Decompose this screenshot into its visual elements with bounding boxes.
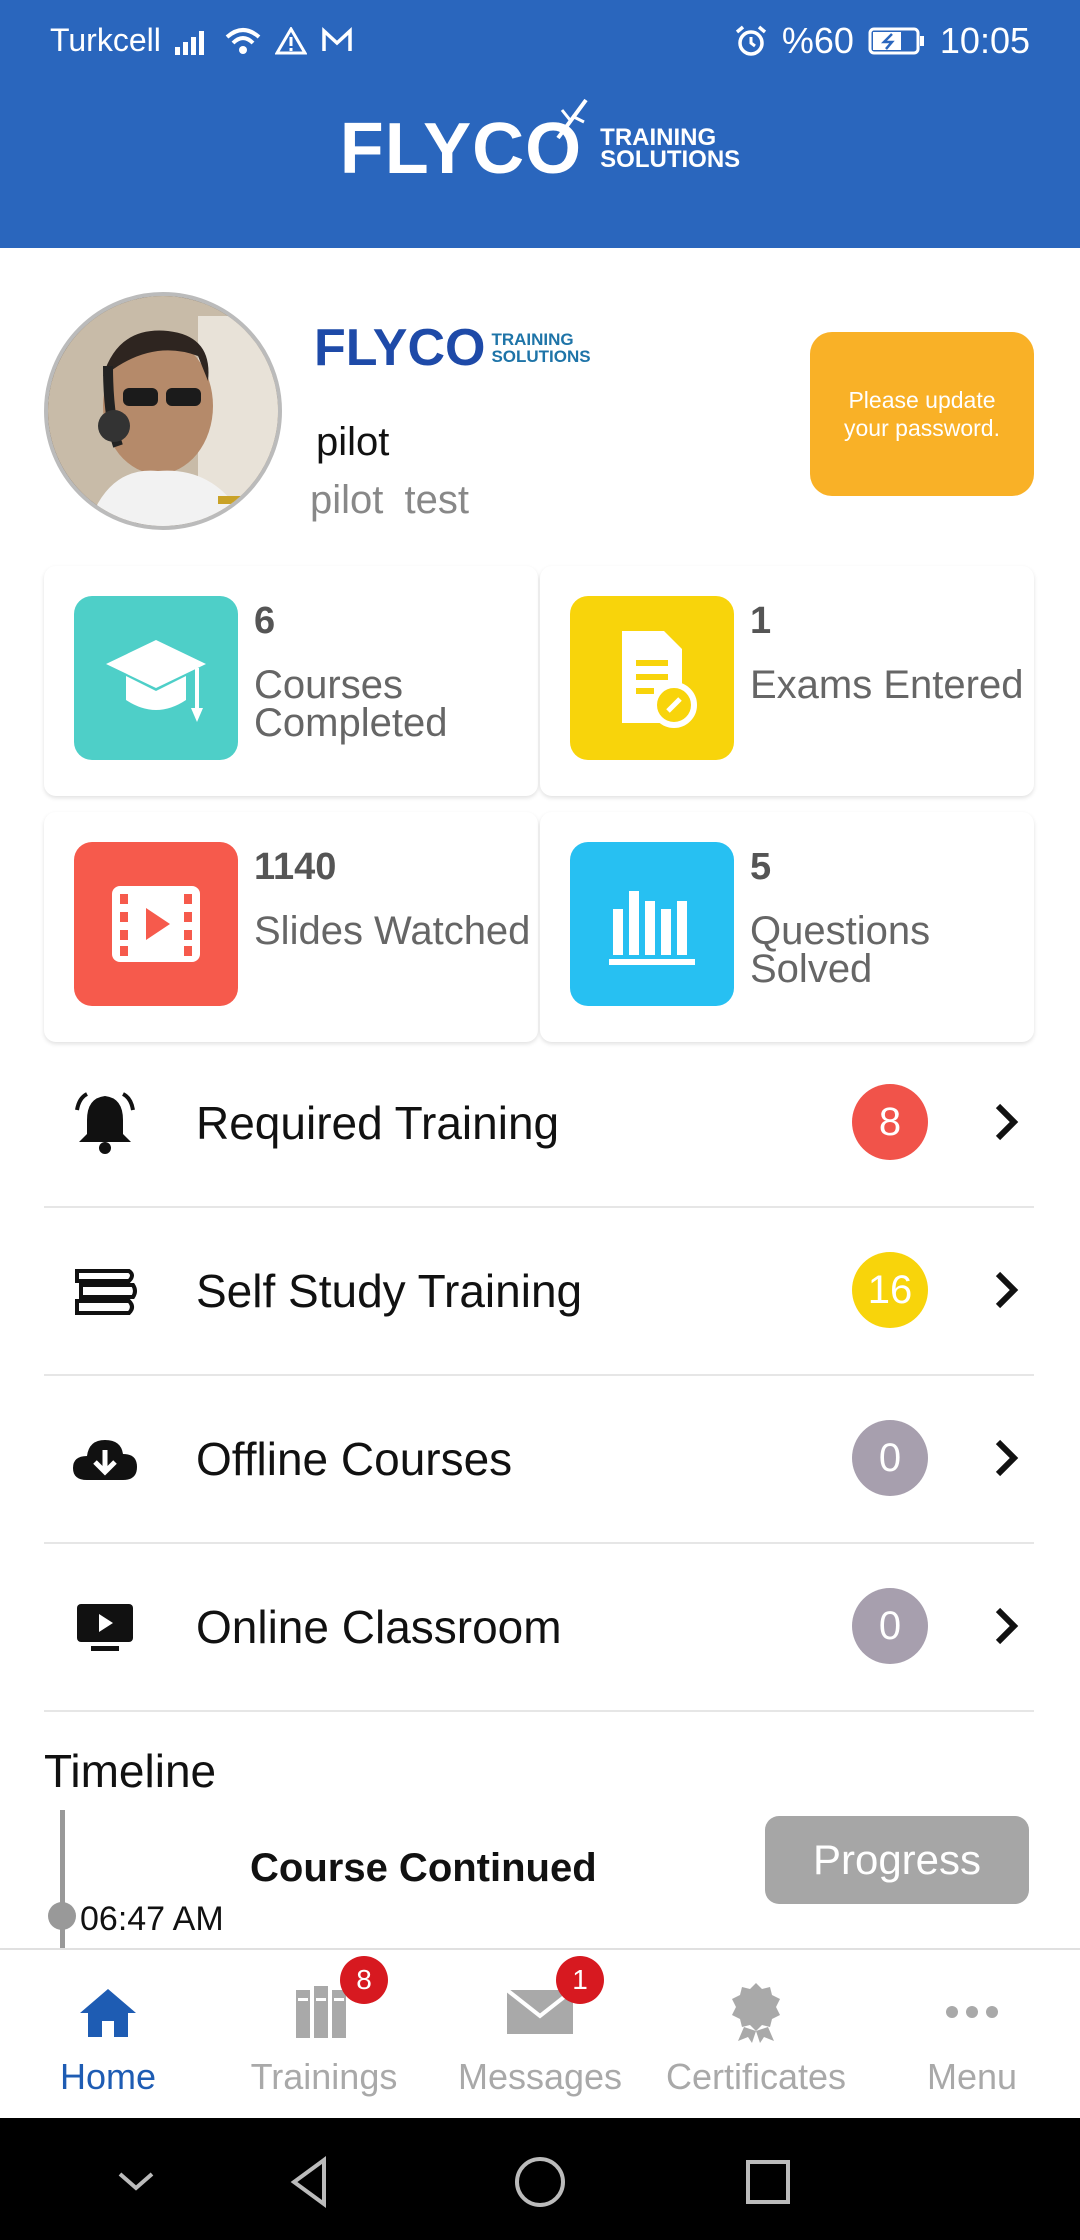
profile-section: FLYCO TRAINING SOLUTIONS pilot pilot tes… [44, 292, 1044, 542]
update-password-button[interactable]: Please update your password. [810, 332, 1034, 496]
battery-icon [868, 27, 924, 55]
bar-chart-icon [570, 842, 734, 1006]
books-icon [70, 1256, 140, 1326]
wifi-icon [225, 27, 261, 54]
notification-badge: 1 [556, 1956, 604, 2004]
recent-apps-icon[interactable] [738, 2152, 798, 2212]
menu-row-offline-courses[interactable]: Offline Courses 0 [44, 1376, 1034, 1544]
notification-badge: 8 [340, 1956, 388, 2004]
menu-row-self-study[interactable]: Self Study Training 16 [44, 1208, 1034, 1376]
stat-value: 5 [750, 846, 772, 888]
more-dots-icon [936, 1980, 1008, 2044]
avatar[interactable] [44, 292, 282, 530]
status-bar: Turkcell %60 10:05 [0, 0, 1080, 80]
cloud-download-icon [70, 1424, 140, 1494]
count-badge: 8 [852, 1084, 928, 1160]
menu-label: Self Study Training [196, 1265, 583, 1317]
count-badge: 0 [852, 1420, 928, 1496]
menu-label: Offline Courses [196, 1433, 513, 1485]
graduation-cap-icon [74, 596, 238, 760]
airplane-icon [556, 98, 588, 140]
home-icon [72, 1980, 144, 2044]
mail-m-icon [322, 26, 352, 51]
stat-card-exams[interactable]: 1 Exams Entered [540, 566, 1034, 796]
tab-label: Messages [457, 2056, 623, 2097]
stat-label: Courses Completed [254, 663, 448, 745]
warning-icon [274, 26, 307, 54]
profile-logo: FLYCO TRAINING SOLUTIONS [314, 319, 591, 377]
chevron-right-icon [995, 1439, 1019, 1477]
bell-icon [70, 1088, 140, 1158]
tab-label: Home [59, 2056, 157, 2097]
stat-value: 1140 [254, 846, 337, 888]
full-name: pilot test [310, 478, 469, 522]
video-slides-icon [74, 842, 238, 1006]
alarm-icon [735, 25, 766, 56]
tab-home[interactable]: Home [0, 1950, 216, 2120]
bottom-navigation: Home 8 Trainings 1 Messages Certificates… [0, 1948, 1080, 2120]
stat-card-slides[interactable]: 1140 Slides Watched [44, 812, 538, 1042]
tab-trainings[interactable]: 8 Trainings [216, 1950, 432, 2120]
tab-menu[interactable]: Menu [864, 1950, 1080, 2120]
carrier-name: Turkcell [50, 22, 161, 58]
chevron-right-icon [995, 1271, 1019, 1309]
home-circle-icon[interactable] [510, 2152, 570, 2212]
username: pilot [316, 420, 390, 464]
system-nav-bar [0, 2118, 1080, 2240]
stat-label: Exams Entered [750, 663, 1024, 707]
signal-icon [174, 30, 204, 55]
timeline-time: 06:47 AM [80, 1900, 224, 1938]
timeline-title: Timeline [44, 1745, 217, 1797]
chevron-down-icon[interactable] [106, 2152, 166, 2212]
timeline-dot [48, 1902, 76, 1930]
stat-value: 1 [750, 600, 772, 642]
exam-document-icon [570, 596, 734, 760]
pilot-photo [48, 296, 278, 526]
count-badge: 0 [852, 1588, 928, 1664]
app-header: Turkcell %60 10:05 FLYCO TRAINING SOLUTI… [0, 0, 1080, 248]
certificate-icon [720, 1980, 792, 2044]
count-badge: 16 [852, 1252, 928, 1328]
menu-label: Online Classroom [196, 1601, 562, 1653]
menu-row-required-training[interactable]: Required Training 8 [44, 1040, 1034, 1208]
tab-label: Trainings [250, 2056, 398, 2097]
back-icon[interactable] [280, 2152, 340, 2212]
tab-label: Certificates [665, 2056, 847, 2097]
clock: 10:05 [939, 20, 1030, 61]
menu-label: Required Training [196, 1097, 560, 1149]
tab-messages[interactable]: 1 Messages [432, 1950, 648, 2120]
stat-value: 6 [254, 600, 276, 642]
menu-row-online-classroom[interactable]: Online Classroom 0 [44, 1544, 1034, 1712]
header-logo: FLYCO TRAINING SOLUTIONS [0, 98, 1080, 190]
progress-button[interactable]: Progress [765, 1816, 1029, 1904]
chevron-right-icon [995, 1103, 1019, 1141]
stat-card-courses[interactable]: 6 Courses Completed [44, 566, 538, 796]
battery-percent: %60 [781, 20, 854, 61]
tab-label: Menu [926, 2056, 1018, 2097]
video-screen-icon [70, 1592, 140, 1662]
stat-label: Slides Watched [254, 909, 531, 953]
tab-certificates[interactable]: Certificates [648, 1950, 864, 2120]
stat-card-questions[interactable]: 5 Questions Solved [540, 812, 1034, 1042]
stat-label: Questions Solved [750, 909, 931, 991]
chevron-right-icon [995, 1607, 1019, 1645]
timeline-event: Course Continued [250, 1846, 597, 1890]
